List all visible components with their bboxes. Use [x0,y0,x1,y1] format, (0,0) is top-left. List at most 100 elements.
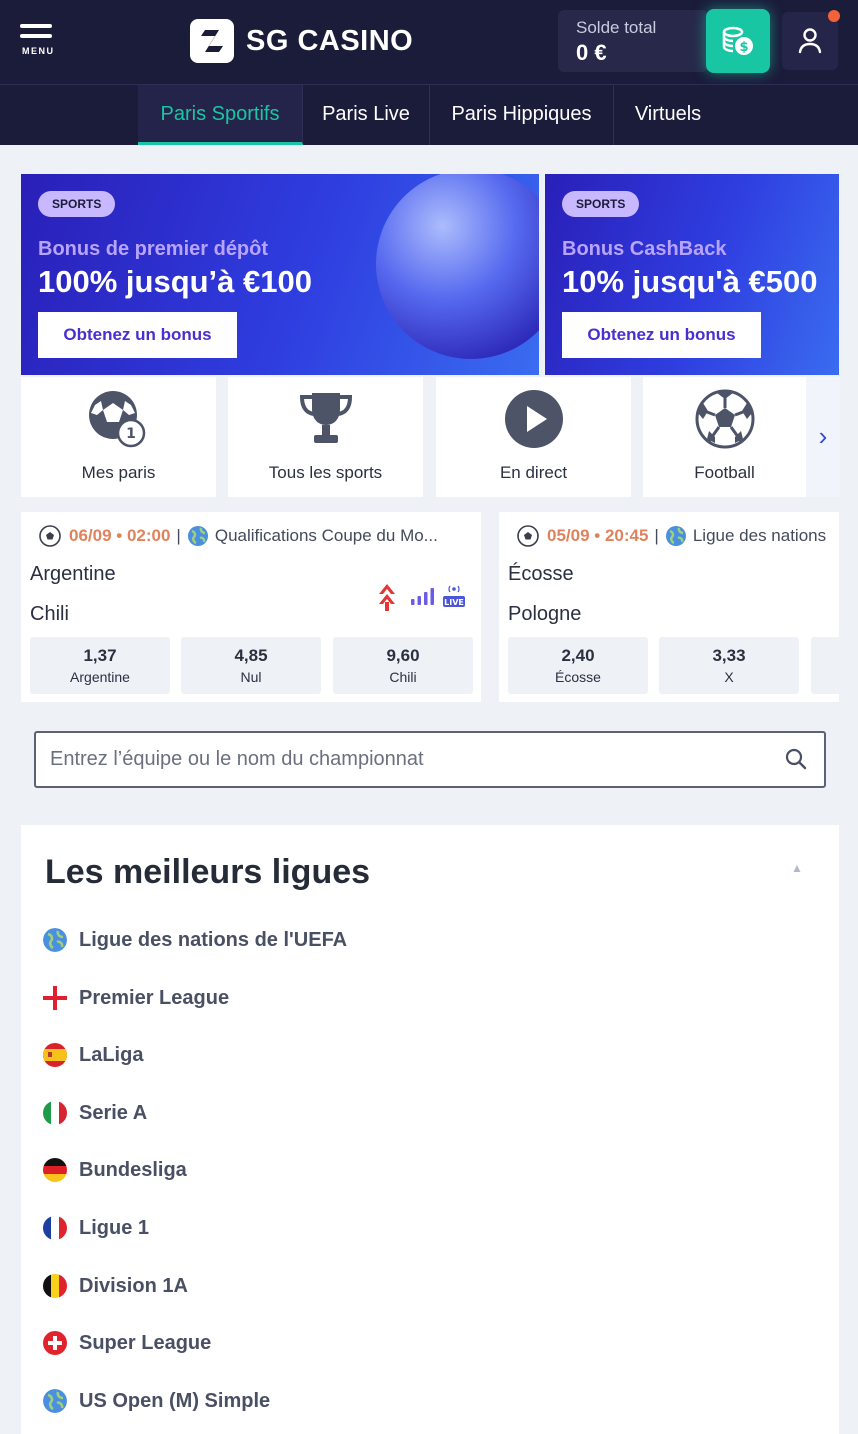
away-team: Chili [30,603,69,625]
odd-value: 2,40 [561,646,595,665]
tile-football[interactable]: Football [643,377,806,497]
england-flag-icon [43,986,67,1010]
league-item[interactable]: Division 1A [43,1266,188,1306]
match-datetime: 05/09 • 20:45 [547,526,649,545]
search-icon[interactable] [784,747,808,771]
league-item[interactable]: LaLiga [43,1035,143,1075]
menu-label: MENU [22,46,55,56]
league-name: LaLiga [79,1043,144,1066]
balance-value: 0 € [576,40,607,65]
league-item[interactable]: Ligue des nations de l'UEFA [43,920,347,960]
tile-live[interactable]: En direct [436,377,631,497]
league-item[interactable]: Ligue 1 [43,1208,149,1248]
tab-paris-sportifs[interactable]: Paris Sportifs [138,85,303,145]
tile-label: Mes paris [81,463,156,482]
promo-banner-first-deposit[interactable]: SPORTS Bonus de premier dépôt 100% jusqu… [21,174,539,375]
switzerland-flag-icon [43,1331,67,1355]
separator: | [176,526,181,545]
tiles-next-arrow[interactable]: › [806,377,840,497]
menu-icon-bar [20,34,52,38]
odd-button[interactable]: 1,37 Argentine [30,637,170,694]
france-flag-icon [43,1216,67,1240]
site-logo[interactable]: SG CASINO [190,19,413,63]
banner-tag: SPORTS [38,191,116,217]
belgium-flag-icon [43,1274,67,1298]
football-icon [695,389,754,449]
my-bets-count: 1 [126,426,136,442]
football-icon [517,525,539,547]
tile-label: En direct [499,463,568,482]
league-name: Serie A [79,1101,148,1124]
tab-paris-hippiques[interactable]: Paris Hippiques [430,85,614,145]
menu-icon-bar [20,24,52,28]
separator: | [654,526,659,545]
league-item[interactable]: US Open (M) Simple [43,1381,270,1421]
search-input[interactable] [36,733,736,786]
odd-button[interactable]: 2,40 Écosse [508,637,648,694]
odd-label: Nul [240,669,262,685]
banner-tag: SPORTS [562,191,640,217]
trending-up-icon [379,584,395,611]
match-meta: 06/09 • 02:00 | Qualifications Coupe du … [39,525,438,547]
menu-button[interactable]: MENU [20,24,58,58]
match-card[interactable]: 06/09 • 02:00 | Qualifications Coupe du … [21,512,481,702]
tab-paris-live[interactable]: Paris Live [303,85,430,145]
section-title: Les meilleurs ligues [45,853,371,891]
svg-text:$: $ [739,40,748,55]
live-stream-icon: LIVE [443,585,465,607]
odd-button[interactable] [811,637,839,694]
match-competition: Ligue des nations [692,526,827,545]
football-illustration [376,174,539,359]
get-bonus-button[interactable]: Obtenez un bonus [562,312,761,358]
league-name: Super League [79,1331,212,1354]
league-name: Ligue des nations de l'UEFA [79,928,348,951]
odd-value: 1,37 [83,646,117,665]
match-card[interactable]: 05/09 • 20:45 | Ligue des nations Écosse… [499,512,839,702]
league-item[interactable]: Premier League [43,978,229,1018]
odd-button[interactable]: 4,85 Nul [181,637,321,694]
tile-label: Football [694,463,755,482]
league-item[interactable]: Serie A [43,1093,147,1133]
match-datetime: 06/09 • 02:00 [69,526,171,545]
collapse-arrow-icon[interactable]: ▲ [791,861,803,875]
notification-dot [828,10,840,22]
logo-text: SG CASINO [246,24,414,57]
deposit-button[interactable]: $ [706,9,770,73]
coins-icon: $ [722,26,753,55]
odd-button[interactable]: 9,60 Chili [333,637,473,694]
home-team: Écosse [508,563,574,585]
spain-flag-icon [43,1043,67,1067]
live-badge: LIVE [444,598,464,607]
balance-display[interactable]: Solde total 0 € [558,10,708,72]
italy-flag-icon [43,1101,67,1125]
top-leagues-panel: Les meilleurs ligues ▲ Ligue des nations… [21,825,839,1434]
tab-virtuels[interactable]: Virtuels [614,85,722,145]
league-item[interactable]: Super League [43,1323,211,1363]
odd-label: Argentine [70,669,130,685]
odd-label: Chili [389,669,417,685]
league-name: Premier League [79,986,230,1009]
odd-value: 9,60 [386,646,420,665]
stats-bars-icon [411,588,434,605]
banner-subtitle: Bonus CashBack [562,238,727,260]
odd-value: 3,33 [712,646,746,665]
search-box [34,731,826,788]
germany-flag-icon [43,1158,67,1182]
banner-headline: 10% jusqu'à €500 [562,264,818,299]
play-icon [504,390,563,448]
home-team: Argentine [30,563,116,585]
trophy-icon [299,393,352,443]
banner-subtitle: Bonus de premier dépôt [38,238,269,260]
odd-label: X [724,669,734,685]
promo-banner-cashback[interactable]: SPORTS Bonus CashBack 10% jusqu'à €500 O… [545,174,839,375]
tile-all-sports[interactable]: Tous les sports [228,377,423,497]
odd-button[interactable]: 3,33 X [659,637,799,694]
get-bonus-button[interactable]: Obtenez un bonus [38,312,237,358]
league-name: Division 1A [79,1274,188,1297]
league-item[interactable]: Bundesliga [43,1150,187,1190]
globe-icon [43,1389,67,1413]
sports-nav: Paris Sportifs Paris Live Paris Hippique… [0,84,858,145]
tile-my-bets[interactable]: 1 Mes paris [21,377,216,497]
away-team: Pologne [508,603,582,625]
globe-icon [187,526,208,546]
